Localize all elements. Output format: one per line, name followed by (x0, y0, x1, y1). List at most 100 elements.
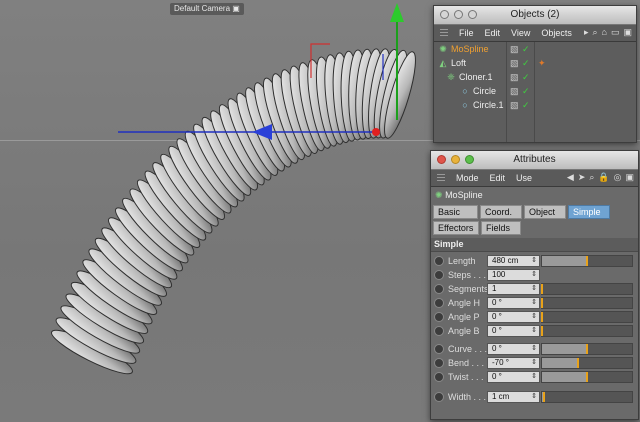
param-slider[interactable] (541, 255, 633, 267)
loft-tube-model[interactable] (48, 48, 422, 381)
param-slider[interactable] (541, 325, 633, 337)
visibility-toggle-icon[interactable]: ▧ (510, 98, 519, 112)
param-row[interactable]: Angle B 0 ° ⇕ (431, 324, 638, 338)
menu-edit[interactable]: Edit (490, 173, 506, 183)
menu-edit[interactable]: Edit (485, 28, 501, 38)
search-icon[interactable]: ⌕ (589, 172, 594, 183)
slider-handle[interactable] (577, 358, 579, 368)
visibility-toggle-icon[interactable]: ▧ (510, 42, 519, 56)
param-row[interactable]: Bend . . . . -70 ° ⇕ (431, 356, 638, 370)
spinner-arrows-icon[interactable]: ⇕ (531, 358, 537, 368)
slider-handle[interactable] (541, 284, 543, 294)
window-menu-icon[interactable]: ▣ (625, 172, 634, 183)
param-slider[interactable] (541, 343, 633, 355)
animate-radio-icon[interactable] (434, 326, 444, 336)
enabled-check-icon[interactable]: ✓ (522, 42, 530, 56)
attributes-window[interactable]: Attributes Mode Edit Use ◀ ➤ ⌕ 🔒 ◎ ▣ ✺ MoSpli… (430, 150, 639, 420)
animate-radio-icon[interactable] (434, 372, 444, 382)
minimize-icon[interactable] (454, 10, 463, 19)
visibility-toggle-icon[interactable]: ▧ (510, 70, 519, 84)
minimize-icon[interactable] (451, 155, 460, 164)
tab-effectors[interactable]: Effectors (433, 221, 479, 235)
zoom-icon[interactable] (465, 155, 474, 164)
param-row[interactable]: Twist . . . 0 ° ⇕ (431, 370, 638, 384)
tab-object[interactable]: Object (524, 205, 566, 219)
attributes-titlebar[interactable]: Attributes (431, 151, 638, 170)
more-arrow-icon[interactable]: ▸ (584, 27, 589, 38)
spinner-arrows-icon[interactable]: ⇕ (531, 298, 537, 308)
animate-radio-icon[interactable] (434, 284, 444, 294)
enabled-check-icon[interactable]: ✓ (522, 84, 530, 98)
drag-grip-icon[interactable] (440, 28, 448, 38)
material-tag-icon[interactable]: ✦ (538, 56, 546, 70)
spinner-arrows-icon[interactable]: ⇕ (531, 312, 537, 322)
enabled-check-icon[interactable]: ✓ (522, 56, 530, 70)
slider-handle[interactable] (542, 392, 545, 402)
objects-window[interactable]: Objects (2) File Edit View Objects ▸ ⌕ ⌂ ▭ ▣… (433, 5, 637, 143)
param-value-field[interactable]: 0 ° ⇕ (487, 371, 540, 383)
param-row[interactable]: Angle P 0 ° ⇕ (431, 310, 638, 324)
animate-radio-icon[interactable] (434, 312, 444, 322)
spinner-arrows-icon[interactable]: ⇕ (531, 344, 537, 354)
spinner-arrows-icon[interactable]: ⇕ (531, 392, 537, 402)
slider-handle[interactable] (586, 372, 588, 382)
param-value-field[interactable]: 100 ⇕ (487, 269, 540, 281)
object-pivot-handle[interactable] (372, 128, 380, 136)
menu-use[interactable]: Use (516, 173, 532, 183)
enabled-check-icon[interactable]: ✓ (522, 70, 530, 84)
spinner-arrows-icon[interactable]: ⇕ (531, 256, 537, 266)
pointer-icon[interactable]: ➤ (578, 172, 586, 183)
animate-radio-icon[interactable] (434, 344, 444, 354)
layer-icon[interactable]: ▭ (611, 27, 620, 38)
close-icon[interactable] (437, 155, 446, 164)
tab-coord[interactable]: Coord. (480, 205, 522, 219)
param-value-field[interactable]: 0 ° ⇕ (487, 343, 540, 355)
y-axis-arrow[interactable] (390, 3, 404, 22)
param-slider[interactable] (541, 357, 633, 369)
tab-simple[interactable]: Simple (568, 205, 610, 219)
spinner-arrows-icon[interactable]: ⇕ (531, 270, 537, 280)
animate-radio-icon[interactable] (434, 256, 444, 266)
zoom-icon[interactable] (468, 10, 477, 19)
param-slider[interactable] (541, 311, 633, 323)
spinner-arrows-icon[interactable]: ⇕ (531, 284, 537, 294)
menu-view[interactable]: View (511, 28, 530, 38)
slider-handle[interactable] (541, 298, 543, 308)
slider-handle[interactable] (586, 256, 588, 266)
menu-mode[interactable]: Mode (456, 173, 479, 183)
animate-radio-icon[interactable] (434, 392, 444, 402)
tree-item-circle[interactable]: ○ Circle ▧ ✓ (434, 84, 636, 98)
param-value-field[interactable]: 0 ° ⇕ (487, 297, 540, 309)
param-value-field[interactable]: -70 ° ⇕ (487, 357, 540, 369)
param-row[interactable]: Width . . . 1 cm ⇕ (431, 390, 638, 404)
tab-basic[interactable]: Basic (433, 205, 478, 219)
visibility-toggle-icon[interactable]: ▧ (510, 84, 519, 98)
window-menu-icon[interactable]: ▣ (623, 27, 632, 38)
tab-fields[interactable]: Fields (481, 221, 521, 235)
home-icon[interactable]: ⌂ (602, 27, 607, 38)
visibility-toggle-icon[interactable]: ▧ (510, 56, 519, 70)
slider-handle[interactable] (586, 344, 588, 354)
param-row[interactable]: Angle H 0 ° ⇕ (431, 296, 638, 310)
tree-item-loft[interactable]: ◭ Loft ▧ ✓ ✦ (434, 56, 636, 70)
param-value-field[interactable]: 1 cm ⇕ (487, 391, 540, 403)
param-value-field[interactable]: 480 cm ⇕ (487, 255, 540, 267)
objects-titlebar[interactable]: Objects (2) (434, 6, 636, 25)
tree-item-circle-1[interactable]: ○ Circle.1 ▧ ✓ (434, 98, 636, 112)
enabled-check-icon[interactable]: ✓ (522, 98, 530, 112)
param-row[interactable]: Curve . . . 0 ° ⇕ (431, 342, 638, 356)
tree-item-cloner[interactable]: ❈ Cloner.1 ▧ ✓ (434, 70, 636, 84)
drag-grip-icon[interactable] (437, 173, 445, 183)
close-icon[interactable] (440, 10, 449, 19)
spinner-arrows-icon[interactable]: ⇕ (531, 326, 537, 336)
param-slider[interactable] (541, 297, 633, 309)
slider-handle[interactable] (541, 326, 543, 336)
param-row[interactable]: Segments 1 ⇕ (431, 282, 638, 296)
animate-radio-icon[interactable] (434, 298, 444, 308)
animate-radio-icon[interactable] (434, 358, 444, 368)
param-value-field[interactable]: 0 ° ⇕ (487, 311, 540, 323)
back-arrow-icon[interactable]: ◀ (567, 172, 574, 183)
menu-objects[interactable]: Objects (541, 28, 572, 38)
slider-handle[interactable] (541, 312, 543, 322)
param-value-field[interactable]: 0 ° ⇕ (487, 325, 540, 337)
